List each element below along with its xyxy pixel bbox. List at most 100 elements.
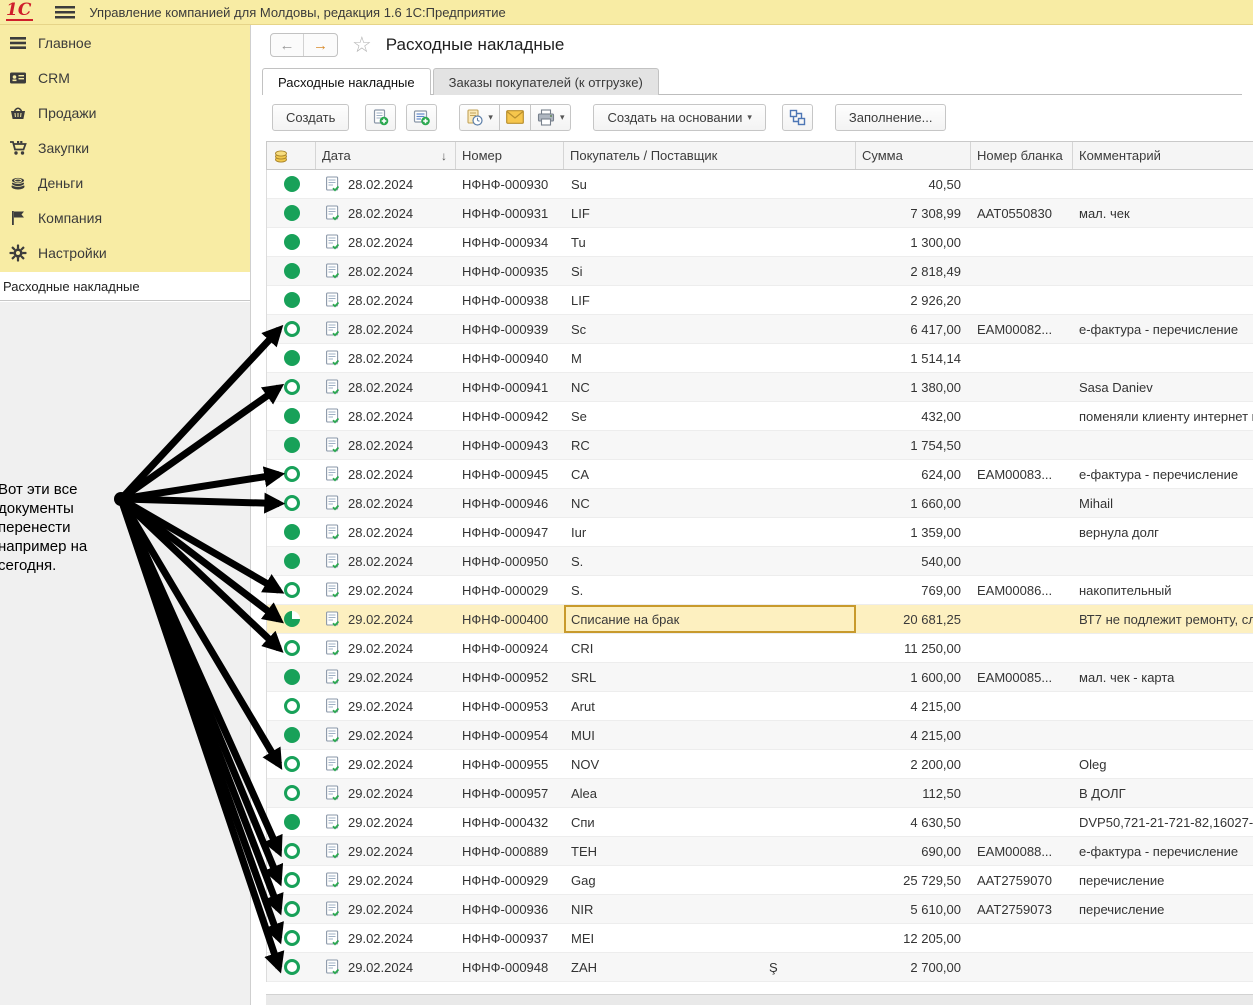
- new-document-button[interactable]: [365, 104, 396, 131]
- buyer-cell: Списание на брак: [571, 612, 679, 627]
- send-email-button[interactable]: [499, 104, 530, 131]
- document-posted-icon: [326, 698, 339, 714]
- sidebar-item-label: Главное: [38, 35, 92, 51]
- table-row[interactable]: 28.02.2024 НФНФ-000946 NC 1 660,00 Mihai…: [267, 489, 1253, 518]
- column-header-date[interactable]: Дата ↓: [316, 142, 456, 169]
- sidebar-recent-label: Расходные накладные: [3, 279, 140, 294]
- column-header-blank-number[interactable]: Номер бланка: [971, 142, 1073, 169]
- table-row[interactable]: 29.02.2024 НФНФ-000954 MUI 4 215,00: [267, 721, 1253, 750]
- table-row[interactable]: 28.02.2024 НФНФ-000943 RC 1 754,50: [267, 431, 1253, 460]
- tab-customer-orders[interactable]: Заказы покупателей (к отгрузке): [433, 68, 659, 95]
- sidebar-empty-area: [0, 302, 250, 1005]
- fill-button[interactable]: Заполнение...: [835, 104, 947, 131]
- status-circle-icon: [284, 756, 300, 772]
- favorite-star-icon[interactable]: ☆: [352, 35, 372, 55]
- sidebar-item-main[interactable]: Главное: [0, 25, 250, 60]
- date-cell: 29.02.2024: [348, 670, 413, 685]
- date-cell: 28.02.2024: [348, 351, 413, 366]
- table-row[interactable]: 28.02.2024 НФНФ-000934 Tu 1 300,00: [267, 228, 1253, 257]
- column-header-amount[interactable]: Сумма: [856, 142, 971, 169]
- table-row[interactable]: 28.02.2024 НФНФ-000941 NC 1 380,00 Sasa …: [267, 373, 1253, 402]
- status-circle-icon: [284, 263, 300, 279]
- post-document-button[interactable]: ▾: [459, 104, 499, 131]
- date-cell: 28.02.2024: [348, 409, 413, 424]
- document-posted-icon: [326, 437, 339, 453]
- sidebar-item-crm[interactable]: CRM: [0, 60, 250, 95]
- doc-clock-icon: [466, 109, 483, 126]
- table-row[interactable]: 29.02.2024 НФНФ-000936 NIR 5 610,00 AAT2…: [267, 895, 1253, 924]
- sidebar-item-money[interactable]: Деньги: [0, 165, 250, 200]
- sidebar-item-company[interactable]: Компания: [0, 200, 250, 235]
- table-row[interactable]: 29.02.2024 НФНФ-000400 Списание на брак …: [267, 605, 1253, 634]
- sidebar-item-purchases[interactable]: Закупки: [0, 130, 250, 165]
- table-row[interactable]: 28.02.2024 НФНФ-000930 Su 40,50: [267, 170, 1253, 199]
- sidebar-item-settings[interactable]: Настройки: [0, 235, 250, 270]
- blank-number-cell: EAM00086...: [977, 583, 1052, 598]
- buyer-cell: ТЕН: [571, 844, 597, 859]
- comment-cell: е-фактура - перечисление: [1079, 322, 1238, 337]
- table-row[interactable]: 29.02.2024 НФНФ-000955 NOV 2 200,00 Oleg: [267, 750, 1253, 779]
- sidebar-item-label: CRM: [38, 70, 70, 86]
- document-posted-icon: [326, 756, 339, 772]
- table-row[interactable]: 29.02.2024 НФНФ-000029 S. 769,00 EAM0008…: [267, 576, 1253, 605]
- document-posted-icon: [326, 350, 339, 366]
- column-header-number[interactable]: Номер: [456, 142, 564, 169]
- forward-button[interactable]: →: [304, 34, 337, 56]
- window-title: Управление компанией для Молдовы, редакц…: [89, 5, 505, 20]
- blank-number-cell: AAT2759070: [977, 873, 1052, 888]
- table-row[interactable]: 29.02.2024 НФНФ-000953 Arut 4 215,00: [267, 692, 1253, 721]
- table-row[interactable]: 29.02.2024 НФНФ-000889 ТЕН 690,00 EAM000…: [267, 837, 1253, 866]
- document-posted-icon: [326, 959, 339, 975]
- table-row[interactable]: 29.02.2024 НФНФ-000929 Gag 25 729,50 AAT…: [267, 866, 1253, 895]
- column-header-status[interactable]: [267, 142, 316, 169]
- number-cell: НФНФ-000930: [462, 177, 548, 192]
- table-row[interactable]: 28.02.2024 НФНФ-000939 Sc 6 417,00 EAM00…: [267, 315, 1253, 344]
- table-row[interactable]: 29.02.2024 НФНФ-000952 SRL 1 600,00 EAM0…: [267, 663, 1253, 692]
- related-documents-button[interactable]: [782, 104, 813, 131]
- table-row[interactable]: 28.02.2024 НФНФ-000935 Si 2 818,49: [267, 257, 1253, 286]
- document-posted-icon: [326, 553, 339, 569]
- document-posted-icon: [326, 872, 339, 888]
- create-based-on-button[interactable]: Создать на основании ▾: [593, 104, 765, 131]
- table-row[interactable]: 29.02.2024 НФНФ-000937 MEI 12 205,00: [267, 924, 1253, 953]
- column-header-comment[interactable]: Комментарий: [1073, 142, 1253, 169]
- table-row[interactable]: 29.02.2024 НФНФ-000924 CRI 11 250,00: [267, 634, 1253, 663]
- comment-cell: Mihail: [1079, 496, 1113, 511]
- create-button[interactable]: Создать: [272, 104, 349, 131]
- hierarchy-icon: [789, 109, 806, 126]
- number-cell: НФНФ-000947: [462, 525, 548, 540]
- amount-cell: 2 818,49: [910, 264, 961, 279]
- toolbar: Создать ▾ ▾ Создать на основании ▾: [272, 103, 946, 131]
- document-actions-group: ▾ ▾: [459, 104, 571, 131]
- table-row[interactable]: 29.02.2024 НФНФ-000957 Alea 112,50 В ДОЛ…: [267, 779, 1253, 808]
- number-cell: НФНФ-000938: [462, 293, 548, 308]
- sidebar-item-sales[interactable]: Продажи: [0, 95, 250, 130]
- back-button[interactable]: ←: [271, 34, 304, 56]
- amount-cell: 5 610,00: [910, 902, 961, 917]
- amount-cell: 40,50: [928, 177, 961, 192]
- table-row[interactable]: 28.02.2024 НФНФ-000931 LIF 7 308,99 AAT0…: [267, 199, 1253, 228]
- table-row[interactable]: 28.02.2024 НФНФ-000950 S. 540,00: [267, 547, 1253, 576]
- print-button[interactable]: ▾: [530, 104, 572, 131]
- sidebar-recent-item[interactable]: Расходные накладные: [0, 272, 250, 301]
- status-circle-icon: [284, 176, 300, 192]
- table-row[interactable]: 28.02.2024 НФНФ-000938 LIF 2 926,20: [267, 286, 1253, 315]
- comment-cell: перечисление: [1079, 873, 1164, 888]
- table-row[interactable]: 28.02.2024 НФНФ-000947 Iur 1 359,00 верн…: [267, 518, 1253, 547]
- table-row[interactable]: 28.02.2024 НФНФ-000945 CA 624,00 EAM0008…: [267, 460, 1253, 489]
- status-circle-icon: [284, 814, 300, 830]
- table-row[interactable]: 29.02.2024 НФНФ-000948 ZAHŞ 2 700,00: [267, 953, 1253, 982]
- tab-expense-invoices[interactable]: Расходные накладные: [262, 68, 431, 95]
- blank-number-cell: AAT0550830: [977, 206, 1052, 221]
- amount-cell: 20 681,25: [903, 612, 961, 627]
- amount-cell: 7 308,99: [910, 206, 961, 221]
- table-row[interactable]: 29.02.2024 НФНФ-000432 Спи 4 630,50 DVP5…: [267, 808, 1253, 837]
- status-circle-icon: [284, 872, 300, 888]
- new-list-item-button[interactable]: [406, 104, 437, 131]
- table-row[interactable]: 28.02.2024 НФНФ-000940 M 1 514,14: [267, 344, 1253, 373]
- table-row[interactable]: 28.02.2024 НФНФ-000942 Se 432,00 поменял…: [267, 402, 1253, 431]
- document-posted-icon: [326, 234, 339, 250]
- number-cell: НФНФ-000957: [462, 786, 548, 801]
- main-menu-icon[interactable]: [55, 6, 75, 19]
- column-header-buyer[interactable]: Покупатель / Поставщик: [564, 142, 856, 169]
